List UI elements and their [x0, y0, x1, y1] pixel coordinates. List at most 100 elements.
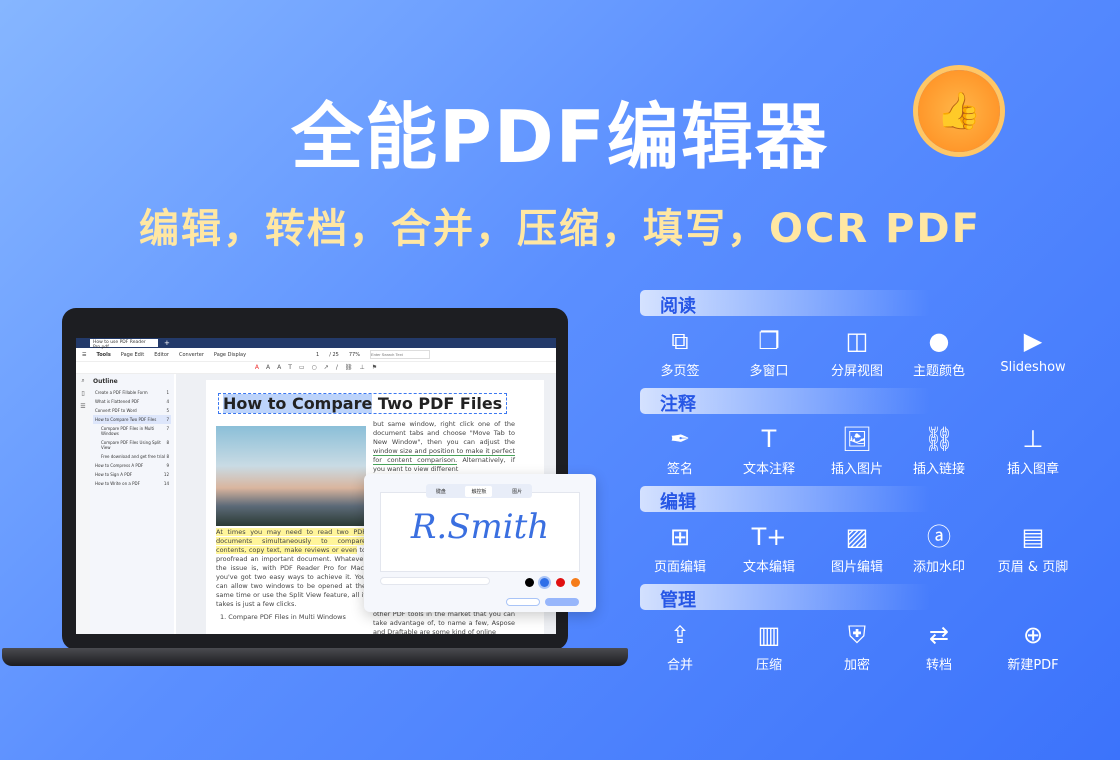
link-icon[interactable]: ⛓ [345, 364, 353, 371]
outline-item[interactable]: Convert PDF to Word 5 [93, 406, 171, 415]
color-red[interactable] [556, 578, 565, 587]
color-black[interactable] [525, 578, 534, 587]
outline-item-page: 9 [166, 463, 169, 468]
tab-page-display[interactable]: Page Display [214, 352, 246, 358]
outline-item-label: Create a PDF Fillable Form [95, 390, 148, 395]
zoom-select[interactable]: 77% [349, 352, 360, 358]
section-header: 阅读 [640, 290, 930, 317]
outline-item[interactable]: Create a PDF Fillable Form 1 [93, 388, 171, 397]
merge-icon: ⇪ [669, 621, 691, 649]
feature-item[interactable]: ⧉ 多页签 [630, 326, 730, 379]
feature-item[interactable]: ⇪ 合并 [630, 620, 730, 673]
compress-icon: ▥ [757, 621, 781, 649]
confirm-button[interactable] [545, 598, 579, 606]
section-header: 管理 [640, 584, 930, 611]
feature-item[interactable]: ❐ 多窗口 [719, 326, 819, 379]
line-icon[interactable]: / [336, 364, 338, 371]
outline-icon[interactable]: ☰ [76, 400, 90, 413]
feature-item[interactable]: ● 主题颜色 [889, 326, 989, 379]
signature-pad[interactable]: R.Smith [380, 492, 580, 572]
document-tab[interactable]: How to use PDF Reader Pro.pdf [90, 339, 158, 350]
outline-panel: Outline Create a PDF Fillable Form 1 What … [90, 374, 174, 634]
feature-label: 页眉 & 页脚 [997, 560, 1069, 575]
feature-label: 新建PDF [1007, 658, 1059, 673]
outline-item-label: Compare PDF Files Using Split View [101, 440, 161, 450]
cancel-button[interactable] [506, 598, 540, 606]
feature-label: 合并 [666, 658, 693, 673]
theme-color-icon: ● [928, 327, 950, 355]
outline-title: Outline [93, 378, 118, 385]
section-header: 编辑 [640, 486, 930, 513]
tab-converter[interactable]: Converter [179, 352, 204, 358]
feature-label: 添加水印 [912, 560, 965, 575]
page-total: / 25 [329, 351, 339, 358]
outline-item-label: How to Sign A PDF [95, 472, 133, 477]
feature-label: 多窗口 [749, 364, 789, 379]
tab-editor[interactable]: Editor [154, 352, 169, 358]
outline-item[interactable]: Free download and get free trial 8 [93, 452, 171, 461]
multi-window-icon: ❐ [758, 327, 780, 355]
feature-item[interactable]: ⓐ 添加水印 [889, 522, 989, 575]
outline-item-label: Compare PDF Files in Multi Windows [101, 426, 155, 436]
header-footer-icon: ▤ [1021, 523, 1045, 551]
tab-keyboard[interactable]: 键盘 [436, 488, 446, 495]
feature-item[interactable]: ▥ 压缩 [719, 620, 819, 673]
feature-item[interactable]: ✒ 签名 [630, 424, 730, 477]
right-column: but same window, right click one of the … [373, 420, 515, 474]
strikeout-icon[interactable]: A [277, 364, 281, 371]
outline-item-label: Convert PDF to Word [95, 408, 137, 413]
stamp-icon[interactable]: ⊥ [359, 364, 364, 371]
outline-item-label: How to Write on a PDF [95, 481, 140, 486]
feature-item[interactable]: T+ 文本编辑 [719, 522, 819, 575]
feature-item[interactable]: ▤ 页眉 & 页脚 [983, 522, 1083, 575]
left-icon-bar: ⌕ ▯ ☰ [76, 374, 90, 634]
outline-item-page: 5 [166, 408, 169, 413]
search-input[interactable] [369, 350, 430, 359]
title-text: Two PDF Files [372, 394, 503, 413]
feature-item[interactable]: T 文本注释 [719, 424, 819, 477]
outline-item[interactable]: How to Compare Two PDF Files 7 [93, 415, 171, 424]
convert-icon: ⇄ [928, 621, 950, 649]
outline-item[interactable]: How to Compress A PDF 9 [93, 461, 171, 470]
feature-item[interactable]: ⊞ 页面编辑 [630, 522, 730, 575]
color-blue[interactable] [540, 578, 549, 587]
feature-item[interactable]: ⇄ 转档 [889, 620, 989, 673]
stroke-width-slider[interactable] [380, 577, 490, 585]
page-icon[interactable]: ▯ [76, 387, 90, 400]
feature-item[interactable]: ⊕ 新建PDF [983, 620, 1083, 673]
outline-item[interactable]: How to Sign A PDF 12 [93, 470, 171, 479]
bookmark-icon[interactable]: ⚑ [372, 364, 377, 371]
outline-item[interactable]: What is Flattened PDF 4 [93, 397, 171, 406]
feature-item[interactable]: ▶ Slideshow [983, 326, 1083, 375]
outline-item[interactable]: Compare PDF Files in Multi Windows 7 [93, 424, 171, 438]
outline-item-label: How to Compare Two PDF Files [95, 417, 157, 422]
tab-trackpad[interactable]: 触控板 [465, 485, 493, 497]
tab-page-edit[interactable]: Page Edit [121, 352, 144, 358]
arrow-icon[interactable]: ↗ [324, 364, 329, 371]
page-number-input[interactable]: 1 [316, 352, 319, 358]
color-orange[interactable] [571, 578, 580, 587]
stamp-icon: ⊥ [1022, 425, 1044, 453]
pen-sign-icon: ✒ [669, 425, 691, 453]
signature-dialog: R.Smith 键盘 触控板 图片 [364, 474, 596, 612]
outline-item[interactable]: Compare PDF Files Using Split View 8 [93, 438, 171, 452]
feature-item[interactable]: ⊥ 插入图章 [983, 424, 1083, 477]
mountain-photo [216, 426, 366, 526]
rectangle-icon[interactable]: ▭ [299, 364, 305, 371]
search-icon[interactable]: ⌕ [76, 374, 90, 387]
circle-icon[interactable]: ○ [312, 364, 317, 371]
feature-item[interactable]: ⛓ 插入链接 [889, 424, 989, 477]
tab-image[interactable]: 图片 [512, 488, 522, 495]
text-icon: T [761, 425, 777, 453]
multi-tab-icon: ⧉ [671, 327, 689, 355]
text-icon[interactable]: T [288, 364, 292, 371]
tab-tools[interactable]: Tools [96, 352, 110, 358]
menu-icon[interactable]: ☰ [82, 352, 86, 358]
highlight-icon[interactable]: A [255, 364, 259, 371]
outline-item[interactable]: How to Write on a PDF 14 [93, 479, 171, 488]
document-title[interactable]: How to Compare Two PDF Files [218, 393, 508, 414]
outline-item-page: 7 [166, 417, 169, 422]
underline-icon[interactable]: A [266, 364, 270, 371]
body-text: to proofread an important document. What… [216, 546, 366, 608]
new-tab-icon[interactable]: + [164, 339, 170, 347]
